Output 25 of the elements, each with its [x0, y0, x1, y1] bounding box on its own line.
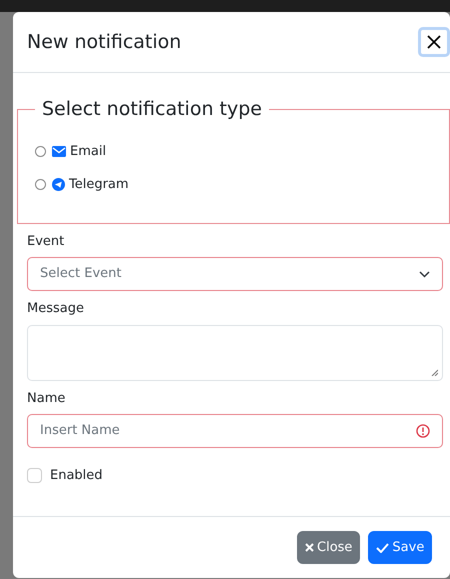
- checkmark-icon: [376, 542, 390, 552]
- close-button[interactable]: [418, 27, 450, 57]
- radio-button[interactable]: [35, 146, 46, 157]
- message-field[interactable]: [27, 324, 443, 380]
- name-field[interactable]: Insert Name: [27, 414, 443, 448]
- close-icon: [426, 34, 442, 50]
- dialog-title: New notification: [27, 30, 182, 54]
- envelope-icon: [52, 146, 66, 157]
- field-label: Name: [27, 390, 66, 408]
- chevron-down-icon: [419, 270, 430, 278]
- save-button[interactable]: Save: [368, 530, 432, 564]
- option-label: Telegram: [69, 176, 129, 194]
- event-select[interactable]: Select Event: [27, 257, 443, 291]
- field-label: Message: [27, 300, 85, 318]
- warning-icon: [416, 424, 430, 438]
- option-label: Email: [70, 142, 106, 160]
- resize-grip-icon: [431, 368, 438, 376]
- field-label: Event: [27, 232, 66, 250]
- checkbox-label: Enabled: [50, 467, 103, 485]
- fieldset-legend: Select notification type: [35, 95, 269, 124]
- close-icon: [305, 543, 314, 552]
- telegram-icon: [52, 178, 65, 192]
- radio-button[interactable]: [35, 179, 46, 190]
- checkbox[interactable]: [27, 468, 42, 484]
- close-button[interactable]: Close: [297, 530, 360, 564]
